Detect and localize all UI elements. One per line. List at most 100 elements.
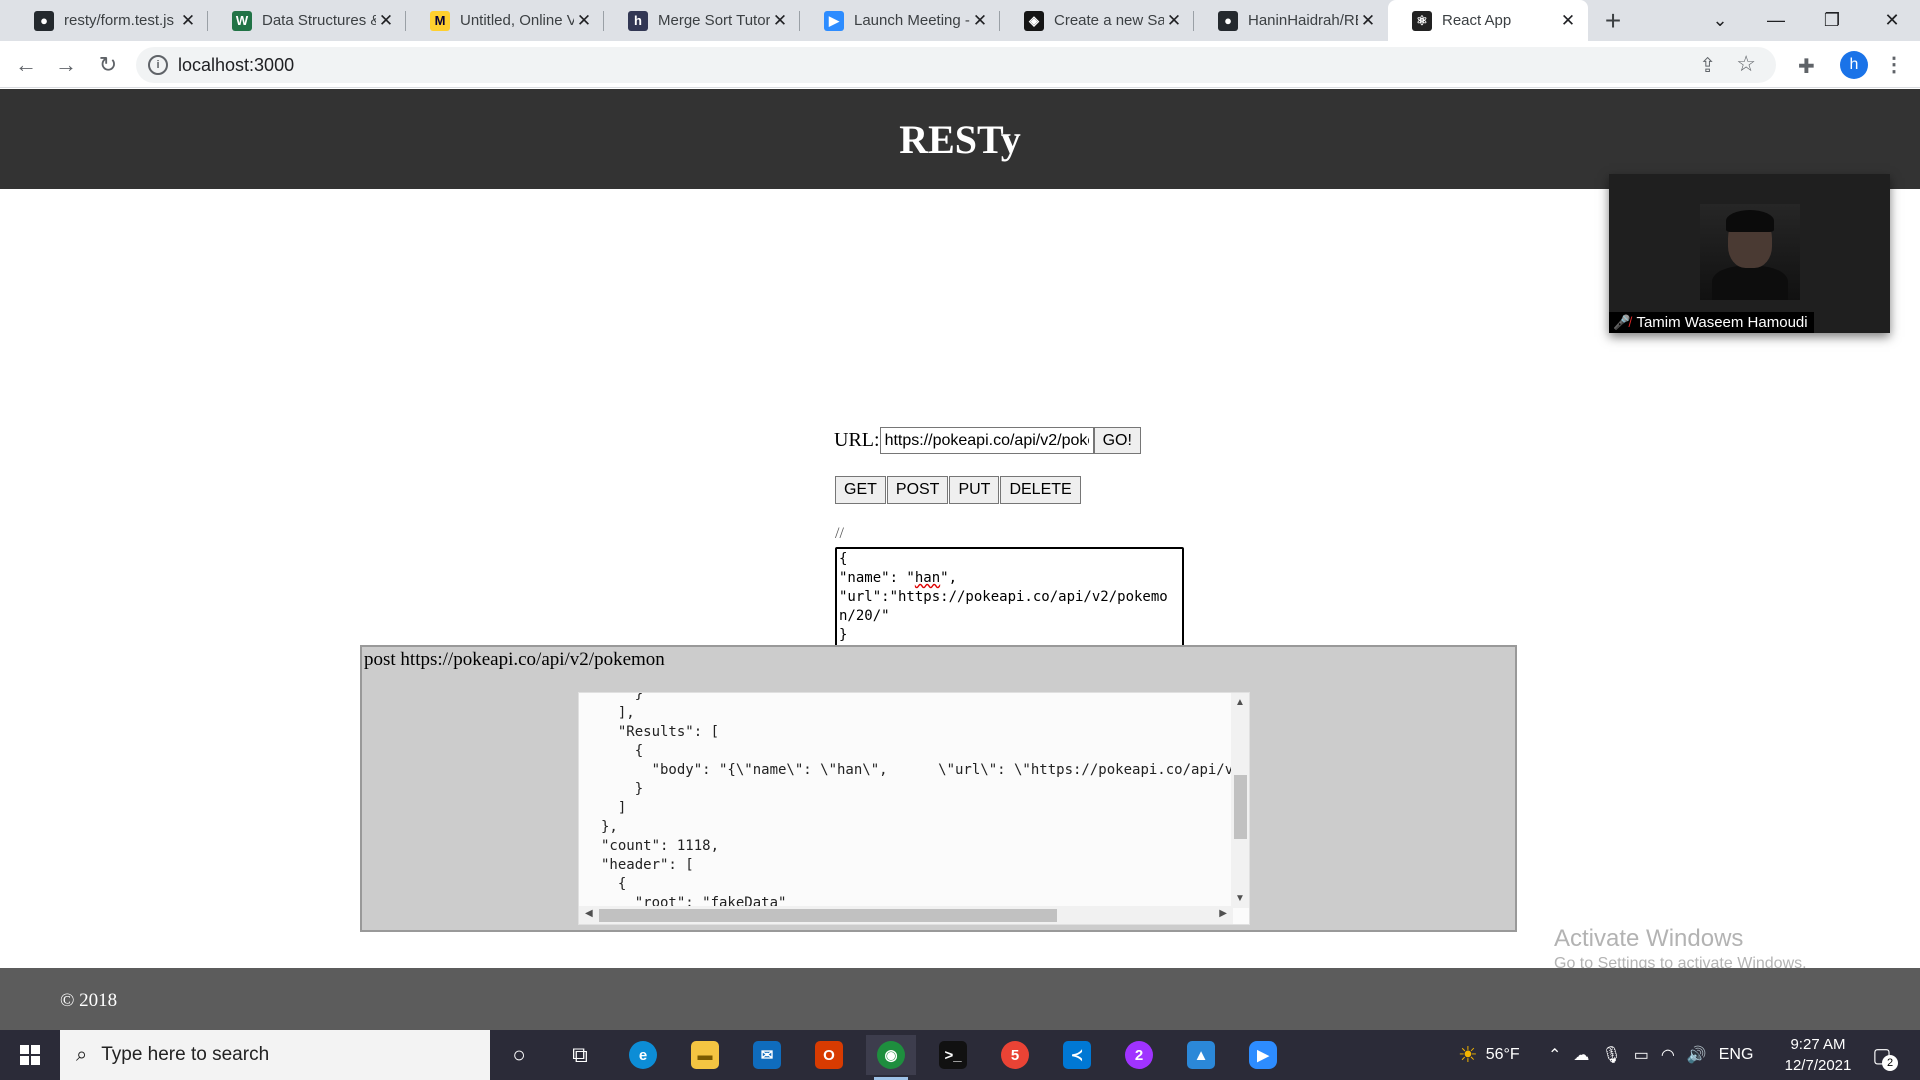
wifi-icon[interactable]: ◠ xyxy=(1661,1045,1675,1065)
zoom-taskbar-icon[interactable]: ▶ xyxy=(1238,1035,1288,1075)
method-get-button[interactable]: GET xyxy=(835,476,886,504)
messenger-icon[interactable]: 2 xyxy=(1114,1035,1164,1075)
terminal-icon[interactable]: >_ xyxy=(928,1035,978,1075)
tray-chevron-icon[interactable]: ⌃ xyxy=(1548,1045,1561,1065)
tab-title: React App xyxy=(1442,12,1512,29)
tab-close-icon[interactable]: ✕ xyxy=(574,11,594,31)
start-button[interactable] xyxy=(0,1030,60,1080)
browser-tab[interactable]: ⚛ React App ✕ xyxy=(1388,0,1588,41)
extensions-puzzle-icon[interactable]: ✚ xyxy=(1798,54,1815,79)
method-buttons: GET POST PUT DELETE xyxy=(835,476,1082,504)
tab-close-icon[interactable]: ✕ xyxy=(376,11,396,31)
weather-temp: 56°F xyxy=(1485,1046,1520,1063)
profile-avatar[interactable]: h xyxy=(1840,51,1868,79)
tab-close-icon[interactable]: ✕ xyxy=(1358,11,1378,31)
clock-time: 9:27 AM xyxy=(1790,1036,1846,1053)
weather-sun-icon: ☀ xyxy=(1458,1042,1478,1067)
browser-tab[interactable]: ● resty/form.test.js ✕ xyxy=(10,0,208,41)
miro-icon: M xyxy=(430,10,450,31)
scroll-left-arrow-icon[interactable]: ◀ xyxy=(585,908,593,919)
go-button[interactable]: GO! xyxy=(1093,427,1141,454)
codesandbox-icon: ◈ xyxy=(1024,10,1044,31)
method-delete-button[interactable]: DELETE xyxy=(1000,476,1081,504)
body-comment-label: // xyxy=(835,525,844,542)
browser-toolbar: ← → ↻ i localhost:3000 ⇪ ☆ xyxy=(0,41,1920,88)
spellcheck-word: han xyxy=(914,570,941,586)
tab-close-icon[interactable]: ✕ xyxy=(970,11,990,31)
github-icon: ● xyxy=(34,10,54,31)
browser-menu-icon[interactable]: ⋮ xyxy=(1884,52,1904,77)
close-window-button[interactable]: ✕ xyxy=(1864,0,1920,41)
photos-icon[interactable]: ▲ xyxy=(1176,1035,1226,1075)
share-icon[interactable]: ⇪ xyxy=(1699,53,1716,78)
scroll-right-arrow-icon[interactable]: ▶ xyxy=(1219,908,1227,919)
tab-title: resty/form.test.js xyxy=(64,12,175,29)
react-icon: ⚛ xyxy=(1412,10,1432,31)
tab-close-icon[interactable]: ✕ xyxy=(178,11,198,31)
address-url[interactable]: localhost:3000 xyxy=(178,55,294,76)
tab-close-icon[interactable]: ✕ xyxy=(770,11,790,31)
browser-tab[interactable]: M Untitled, Online V ✕ xyxy=(406,0,604,41)
app-title: RESTy xyxy=(899,116,1021,162)
body-line: } xyxy=(839,627,848,643)
tab-close-icon[interactable]: ✕ xyxy=(1558,11,1578,31)
browser-tab[interactable]: W Data Structures & ✕ xyxy=(208,0,406,41)
site-info-icon[interactable]: i xyxy=(148,55,168,75)
vertical-scroll-thumb[interactable] xyxy=(1234,775,1247,839)
new-tab-button[interactable]: + xyxy=(1598,5,1628,36)
forward-arrow-icon[interactable]: → xyxy=(50,49,82,81)
chrome-profile-icon[interactable]: 5 xyxy=(990,1035,1040,1075)
edge-icon[interactable]: e xyxy=(618,1035,668,1075)
tab-title: Launch Meeting - xyxy=(854,12,970,29)
battery-icon[interactable]: ▭ xyxy=(1634,1045,1649,1065)
taskbar-search-box[interactable]: ⌕ Type here to search xyxy=(60,1030,490,1080)
mail-icon[interactable]: ✉ xyxy=(742,1035,792,1075)
scroll-up-arrow-icon[interactable]: ▲ xyxy=(1235,697,1245,708)
video-call-thumbnail[interactable]: 🎤̸ Tamim Waseem Hamoudi xyxy=(1609,174,1890,333)
tab-close-icon[interactable]: ✕ xyxy=(1164,11,1184,31)
browser-tab[interactable]: h Merge Sort Tutori ✕ xyxy=(604,0,800,41)
volume-icon[interactable]: 🔊 xyxy=(1687,1045,1707,1065)
office-icon[interactable]: O xyxy=(804,1035,854,1075)
url-input[interactable] xyxy=(879,427,1094,454)
back-arrow-icon[interactable]: ← xyxy=(10,49,42,81)
chrome-icon[interactable]: ◉ xyxy=(866,1035,916,1080)
browser-tab-strip: + ⌄ — ❐ ✕ ● resty/form.test.js ✕ W Data Stru… xyxy=(0,0,1920,41)
method-put-button[interactable]: PUT xyxy=(949,476,1000,504)
horizontal-scroll-thumb[interactable] xyxy=(599,909,1057,922)
weather-widget[interactable]: ☀ 56°F xyxy=(1458,1030,1520,1080)
bookmark-star-icon[interactable]: ☆ xyxy=(1736,51,1756,77)
url-label: URL: xyxy=(834,429,880,451)
tab-search-icon[interactable]: ⌄ xyxy=(1692,0,1748,41)
method-post-button[interactable]: POST xyxy=(886,476,949,504)
tab-title: HaninHaidrah/RE xyxy=(1248,12,1358,29)
notifications-icon[interactable]: ▢ 2 xyxy=(1866,1039,1898,1071)
activate-windows-watermark: Activate Windows Go to Settings to activ… xyxy=(1554,925,1807,973)
footer-copyright: © 2018 xyxy=(60,990,118,1011)
browser-tab[interactable]: ● HaninHaidrah/RE ✕ xyxy=(1194,0,1388,41)
request-body-textarea[interactable]: { "name": "han", "url":"https://pokeapi.… xyxy=(835,547,1184,647)
task-view-icon[interactable]: ⧉ xyxy=(555,1035,605,1075)
microphone-icon[interactable]: 🎙 xyxy=(1601,1045,1621,1065)
response-json-viewer[interactable]: } ], "Results": [ { "body": "{\"name\": … xyxy=(578,692,1250,925)
address-bar[interactable]: i localhost:3000 ⇪ ☆ xyxy=(136,47,1776,83)
tab-title: Data Structures & xyxy=(262,12,376,29)
participant-video xyxy=(1700,204,1800,300)
vscode-icon[interactable]: ≺ xyxy=(1052,1035,1102,1075)
browser-tab[interactable]: ▶ Launch Meeting - ✕ xyxy=(800,0,1000,41)
vertical-scrollbar[interactable]: ▲ ▼ xyxy=(1231,693,1249,908)
file-explorer-icon[interactable]: ▬ xyxy=(680,1035,730,1075)
onedrive-icon[interactable]: ☁ xyxy=(1573,1045,1589,1065)
minimize-button[interactable]: — xyxy=(1748,0,1804,41)
muted-mic-icon: 🎤̸ xyxy=(1613,314,1631,330)
tab-title: Create a new San xyxy=(1054,12,1164,29)
clock[interactable]: 9:27 AM 12/7/2021 xyxy=(1770,1034,1866,1076)
cortana-icon[interactable]: ○ xyxy=(494,1035,544,1075)
horizontal-scrollbar[interactable]: ◀ ▶ xyxy=(579,906,1233,924)
windows-logo-icon xyxy=(20,1045,40,1065)
browser-tab[interactable]: ◈ Create a new San ✕ xyxy=(1000,0,1194,41)
scroll-down-arrow-icon[interactable]: ▼ xyxy=(1235,893,1245,904)
language-indicator[interactable]: ENG xyxy=(1719,1046,1754,1064)
reload-icon[interactable]: ↻ xyxy=(92,49,124,81)
restore-button[interactable]: ❐ xyxy=(1804,0,1860,41)
